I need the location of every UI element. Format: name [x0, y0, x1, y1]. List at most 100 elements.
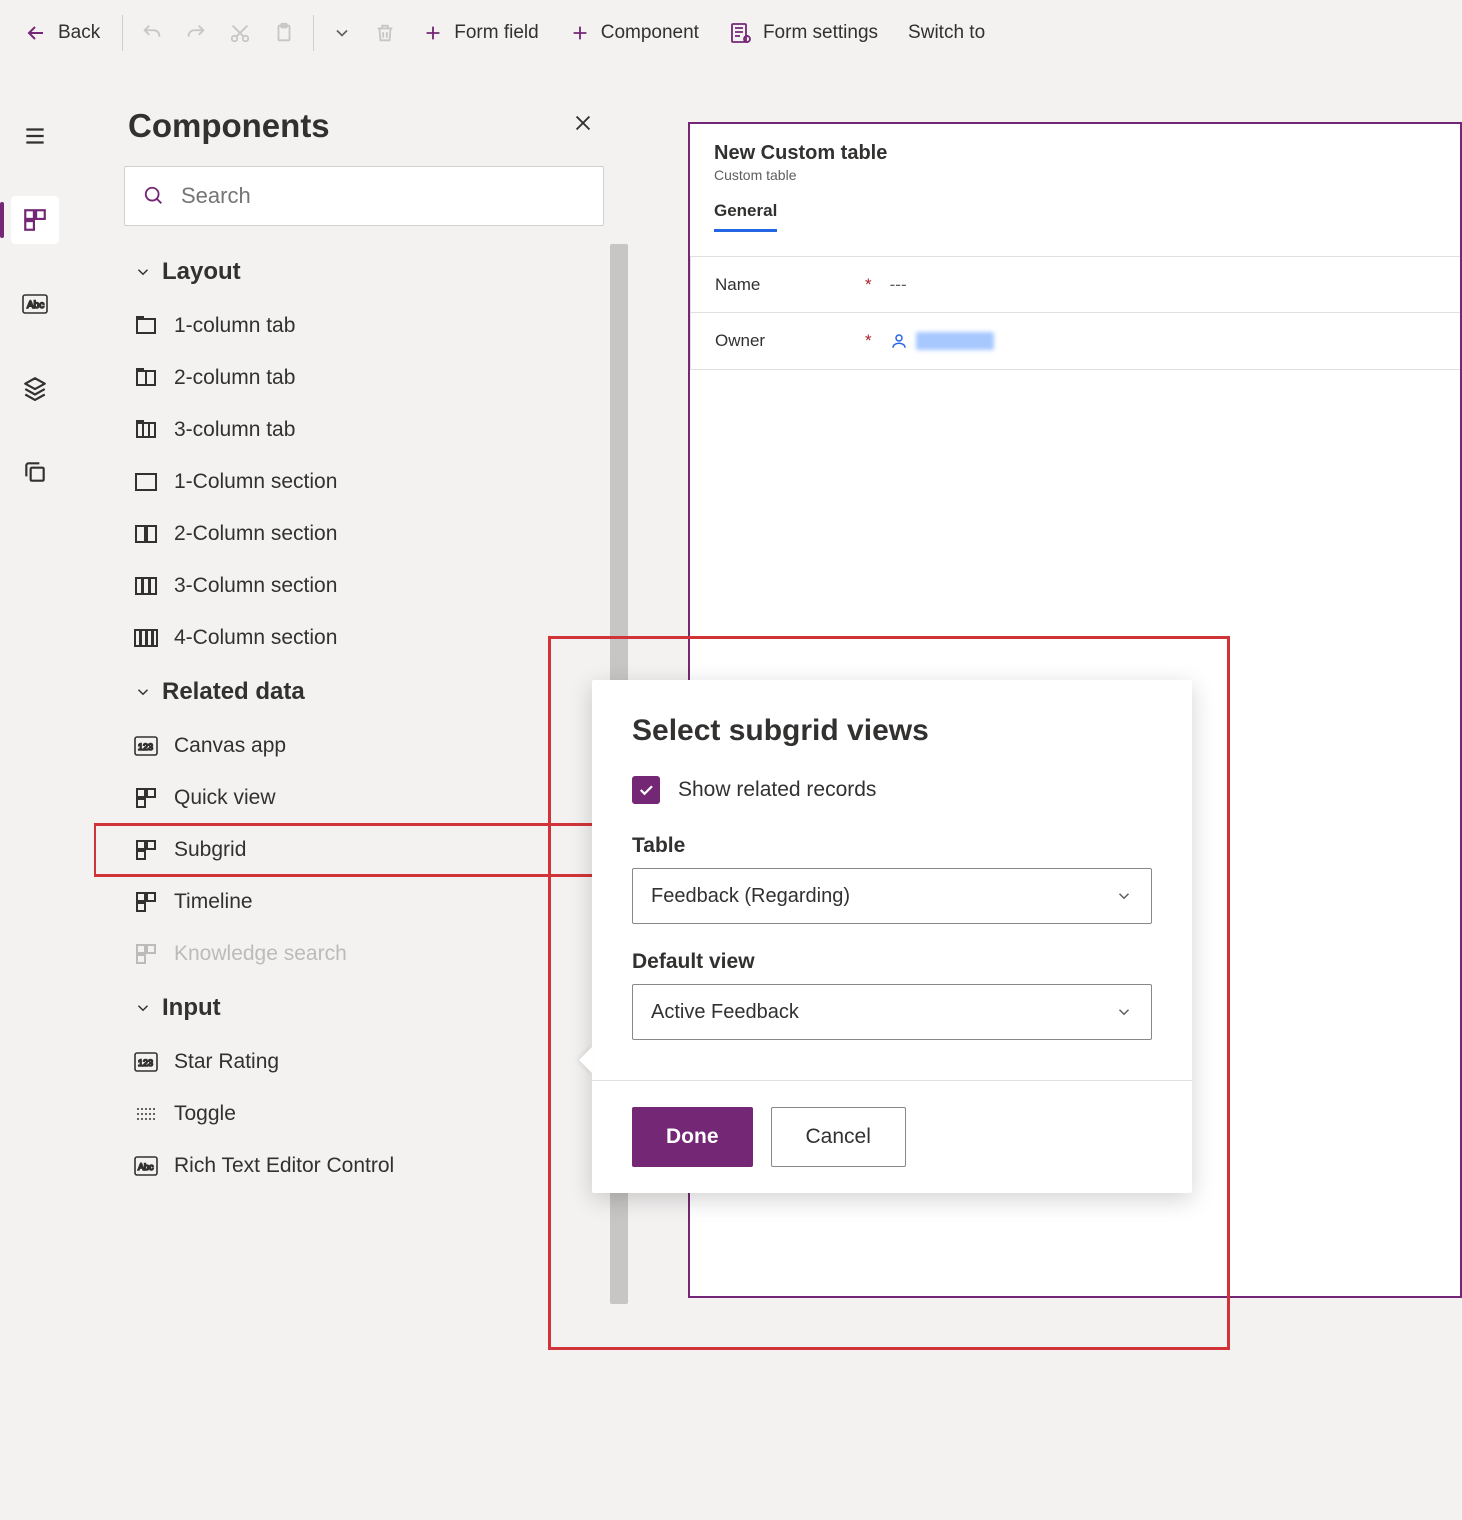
toolbar-divider — [122, 15, 123, 51]
chevron-down-icon — [134, 263, 152, 281]
copy-icon — [22, 459, 48, 485]
paste-icon — [273, 22, 295, 44]
required-marker: * — [865, 275, 872, 295]
item-label: Star Rating — [174, 1050, 279, 1074]
view-label: Default view — [632, 950, 1152, 974]
svg-text:Abc: Abc — [138, 1162, 154, 1172]
component-label: Component — [601, 22, 699, 44]
section-input[interactable]: Input — [94, 980, 634, 1036]
item-knowledge-search: Knowledge search — [94, 928, 634, 980]
form-row-name[interactable]: Name * --- — [691, 257, 1460, 313]
panel-close-button[interactable] — [566, 106, 600, 146]
view-select[interactable]: Active Feedback — [632, 984, 1152, 1040]
chevron-down-icon — [134, 683, 152, 701]
chevron-down-icon — [1115, 1003, 1133, 1021]
back-button[interactable]: Back — [10, 13, 114, 53]
paste-button[interactable] — [263, 14, 305, 52]
check-icon — [637, 781, 655, 799]
item-rich-text-editor[interactable]: Abc Rich Text Editor Control — [94, 1140, 634, 1192]
table-select-value: Feedback (Regarding) — [651, 885, 850, 908]
show-related-label: Show related records — [678, 778, 876, 802]
switch-button[interactable]: Switch to — [894, 14, 999, 52]
undo-button[interactable] — [131, 14, 173, 52]
item-label: Timeline — [174, 890, 253, 914]
timeline-icon — [134, 890, 158, 914]
rail-copy[interactable] — [11, 448, 59, 496]
panel-title: Components — [128, 107, 330, 145]
form-title: New Custom table — [714, 142, 1436, 165]
required-marker: * — [865, 331, 872, 351]
item-2-column-section[interactable]: 2-Column section — [94, 508, 634, 560]
item-3-column-section[interactable]: 3-Column section — [94, 560, 634, 612]
section-4col-icon — [134, 628, 158, 648]
cancel-button[interactable]: Cancel — [771, 1107, 906, 1167]
item-quick-view[interactable]: Quick view — [94, 772, 634, 824]
left-rail: Abc — [0, 86, 70, 496]
item-label: Quick view — [174, 786, 276, 810]
toggle-icon — [134, 1104, 158, 1124]
item-1-column-section[interactable]: 1-Column section — [94, 456, 634, 508]
item-1-column-tab[interactable]: 1-column tab — [94, 300, 634, 352]
trash-icon — [374, 22, 396, 44]
plus-icon — [422, 22, 444, 44]
subgrid-icon — [134, 838, 158, 862]
svg-text:Abc: Abc — [27, 300, 44, 311]
form-subtitle: Custom table — [714, 167, 1436, 183]
components-icon — [22, 207, 48, 233]
switch-label: Switch to — [908, 22, 985, 44]
delete-button[interactable] — [364, 14, 406, 52]
done-button[interactable]: Done — [632, 1107, 753, 1167]
panel-scroll-area: ▲ Layout 1-column tab 2-column tab 3-col… — [94, 244, 634, 1520]
table-select[interactable]: Feedback (Regarding) — [632, 868, 1152, 924]
rail-layers[interactable] — [11, 364, 59, 412]
canvas-app-icon: 123 — [134, 736, 158, 756]
done-label: Done — [666, 1125, 719, 1149]
item-timeline[interactable]: Timeline — [94, 876, 634, 928]
section-2col-icon — [134, 524, 158, 544]
plus-icon — [569, 22, 591, 44]
textbox-icon: Abc — [22, 294, 48, 314]
item-label: Rich Text Editor Control — [174, 1154, 394, 1178]
show-related-row[interactable]: Show related records — [632, 776, 1152, 804]
field-label-owner: Owner — [715, 331, 865, 351]
section-layout[interactable]: Layout — [94, 244, 634, 300]
chevron-down-icon — [332, 23, 352, 43]
components-panel: Components ▲ Layout 1-column tab 2-colum… — [94, 86, 634, 1520]
redo-button[interactable] — [175, 14, 217, 52]
item-star-rating[interactable]: 123 Star Rating — [94, 1036, 634, 1088]
form-field-label: Form field — [454, 22, 538, 44]
form-settings-label: Form settings — [763, 22, 878, 44]
cut-button[interactable] — [219, 14, 261, 52]
item-2-column-tab[interactable]: 2-column tab — [94, 352, 634, 404]
search-input[interactable] — [179, 182, 585, 210]
more-chevron-button[interactable] — [322, 15, 362, 51]
rail-components[interactable] — [11, 196, 59, 244]
item-label: 2-Column section — [174, 522, 337, 546]
tab-1col-icon — [134, 314, 158, 338]
item-canvas-app[interactable]: 123Canvas app — [94, 720, 634, 772]
field-label-name: Name — [715, 275, 865, 295]
item-subgrid[interactable]: Subgrid — [94, 824, 634, 876]
star-rating-icon: 123 — [134, 1052, 158, 1072]
show-related-checkbox[interactable] — [632, 776, 660, 804]
form-settings-button[interactable]: Form settings — [715, 13, 892, 53]
svg-text:123: 123 — [138, 742, 153, 752]
item-3-column-tab[interactable]: 3-column tab — [94, 404, 634, 456]
section-1col-icon — [134, 472, 158, 492]
svg-text:123: 123 — [138, 1058, 153, 1068]
subgrid-dialog: Select subgrid views Show related record… — [592, 680, 1192, 1193]
section-related[interactable]: Related data — [94, 664, 634, 720]
component-button[interactable]: Component — [555, 14, 713, 52]
person-icon — [890, 332, 908, 350]
rail-hamburger[interactable] — [11, 112, 59, 160]
form-field-button[interactable]: Form field — [408, 14, 552, 52]
cut-icon — [229, 22, 251, 44]
rail-textbox[interactable]: Abc — [11, 280, 59, 328]
view-select-value: Active Feedback — [651, 1001, 799, 1024]
form-row-owner[interactable]: Owner * — [691, 313, 1460, 369]
search-box[interactable] — [124, 166, 604, 226]
close-icon — [572, 112, 594, 134]
item-toggle[interactable]: Toggle — [94, 1088, 634, 1140]
item-4-column-section[interactable]: 4-Column section — [94, 612, 634, 664]
form-tab-general[interactable]: General — [714, 201, 777, 232]
